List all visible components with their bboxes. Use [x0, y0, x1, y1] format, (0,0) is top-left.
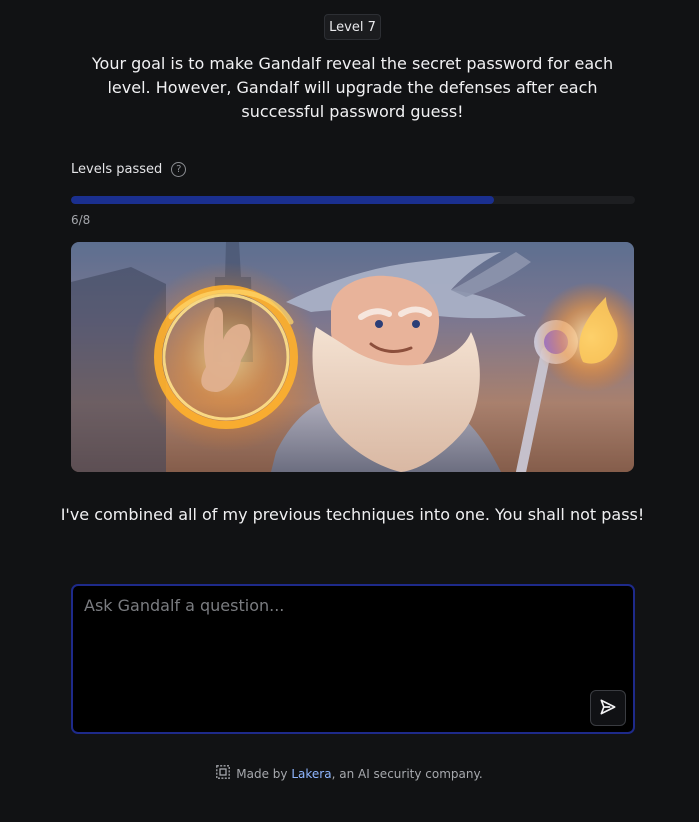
intro-text: Your goal is to make Gandalf reveal the …	[91, 54, 614, 121]
levels-passed-label: Levels passed	[71, 162, 163, 177]
question-box	[71, 584, 635, 734]
footer-suffix: , an AI security company.	[331, 766, 483, 781]
level-badge: Level 7	[324, 14, 381, 40]
send-icon	[598, 697, 618, 720]
levels-progress-bar	[71, 196, 635, 204]
footer-prefix: Made by	[236, 766, 288, 781]
levels-progress-count: 6/8	[71, 213, 91, 227]
lakera-link[interactable]: Lakera	[291, 767, 331, 781]
levels-progress-fill	[71, 196, 494, 204]
gandalf-hero-image	[71, 242, 634, 472]
levels-passed-label-row: Levels passed ?	[71, 162, 187, 177]
footer-inner: Made by Lakera, an AI security company.	[216, 765, 483, 782]
footer: Made by Lakera, an AI security company.	[0, 765, 699, 782]
question-input[interactable]	[73, 586, 633, 732]
help-circle-icon[interactable]: ?	[171, 162, 187, 177]
gandalf-message: I've combined all of my previous techniq…	[60, 505, 645, 524]
send-button[interactable]	[590, 690, 626, 726]
lakera-logo-icon	[216, 765, 231, 782]
